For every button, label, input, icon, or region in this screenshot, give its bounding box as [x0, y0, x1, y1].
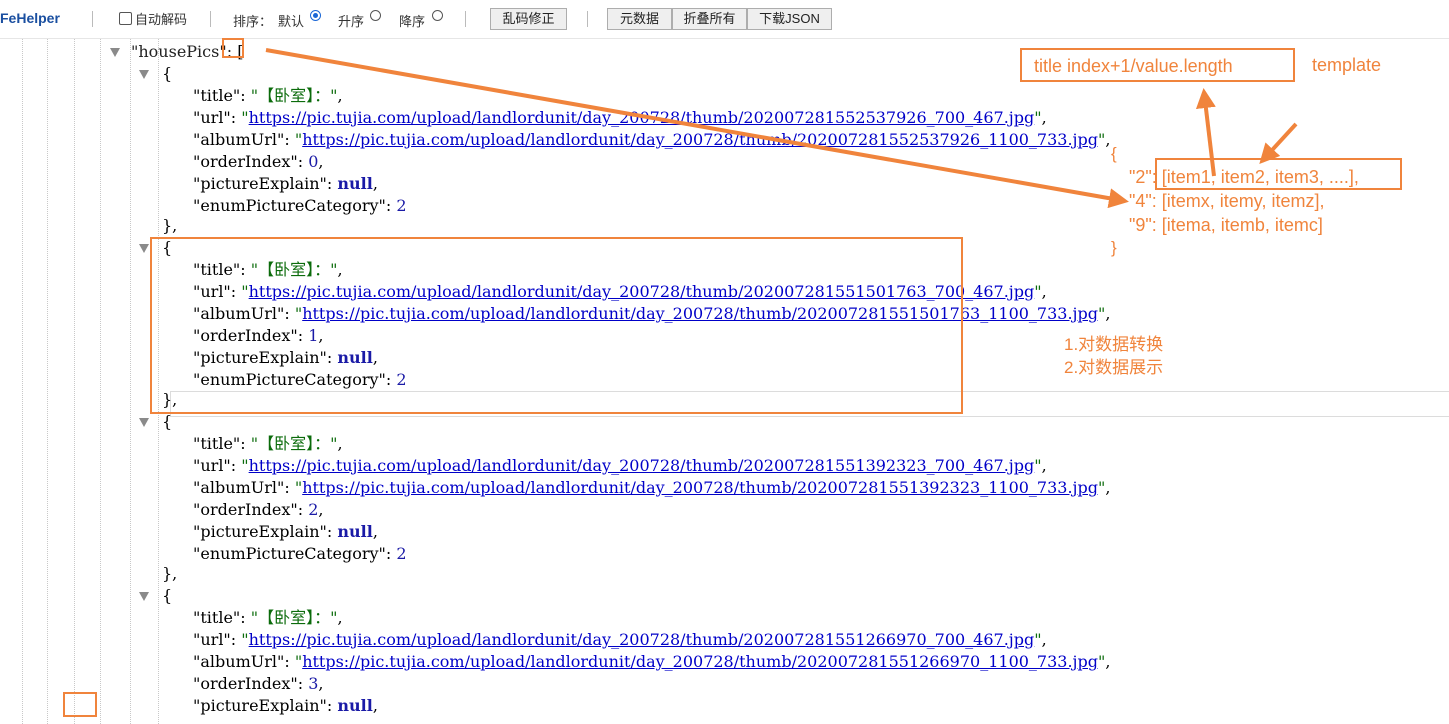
map-line-9: "9": [itema, itemb, itemc] [1129, 215, 1323, 235]
checkbox-icon[interactable] [119, 12, 132, 25]
collapse-toggle-icon[interactable] [110, 48, 120, 57]
bracket-highlight-box [222, 38, 244, 58]
json-url-link[interactable]: https://pic.tujia.com/upload/landlorduni… [249, 630, 1035, 649]
json-prop-url: "url": "https://pic.tujia.com/upload/lan… [193, 456, 1047, 475]
collapse-toggle-icon[interactable] [139, 70, 149, 79]
indent-guide [47, 39, 48, 724]
template-label: template [1312, 55, 1382, 75]
json-prop-title: "title": "【卧室】：", [193, 608, 343, 627]
sort-label: 排序： [233, 14, 273, 29]
json-url-link[interactable]: https://pic.tujia.com/upload/landlorduni… [302, 652, 1098, 671]
sort-asc-radio[interactable] [370, 10, 381, 21]
toolbar-divider [210, 11, 211, 27]
json-prop-orderindex: "orderIndex": 2, [193, 500, 324, 519]
item-highlight-box [150, 237, 963, 414]
collapse-toggle-icon[interactable] [139, 592, 149, 601]
fehelper-toolbar: FeHelper 自动解码 排序： 默认 升序 降序 乱码修正 元数据 折叠所有… [0, 0, 1449, 39]
template-box-text: title index+1/value.length [1034, 56, 1233, 76]
json-url-link[interactable]: https://pic.tujia.com/upload/landlorduni… [249, 108, 1035, 127]
json-object-open: { [162, 586, 173, 605]
json-prop-url: "url": "https://pic.tujia.com/upload/lan… [193, 630, 1047, 649]
json-url-link[interactable]: https://pic.tujia.com/upload/landlorduni… [249, 456, 1035, 475]
map-close-brace: } [1111, 238, 1117, 257]
sort-asc-label: 升序 [338, 14, 365, 29]
json-object-open: { [162, 412, 173, 431]
indent-guide [100, 39, 101, 724]
small-highlight-box [63, 692, 97, 717]
map-line-highlight-box [1155, 158, 1402, 190]
json-url-link[interactable]: https://pic.tujia.com/upload/landlorduni… [302, 478, 1098, 497]
json-object-close: }, [162, 564, 178, 583]
json-prop-title: "title": "【卧室】：", [193, 86, 343, 105]
fix-encoding-button[interactable]: 乱码修正 [490, 8, 567, 30]
indent-guide [74, 39, 75, 724]
json-prop-orderindex: "orderIndex": 3, [193, 674, 324, 693]
json-prop-pictureexplain: "pictureExplain": null, [193, 174, 378, 193]
map-open-brace: { [1111, 144, 1117, 163]
json-object-open: { [162, 64, 173, 83]
download-json-button[interactable]: 下载JSON [747, 8, 832, 30]
json-prop-enumcategory: "enumPictureCategory": 2 [193, 196, 407, 215]
map-line-4: "4": [itemx, itemy, itemz], [1129, 191, 1325, 211]
json-prop-pictureexplain: "pictureExplain": null, [193, 696, 378, 715]
sort-default-radio[interactable] [310, 10, 321, 21]
sort-desc-radio[interactable] [432, 10, 443, 21]
json-url-link[interactable]: https://pic.tujia.com/upload/landlorduni… [302, 130, 1098, 149]
collapse-toggle-icon[interactable] [139, 418, 149, 427]
json-prop-url: "url": "https://pic.tujia.com/upload/lan… [193, 108, 1047, 127]
step-2-text: 2.对数据展示 [1064, 358, 1164, 377]
json-prop-title: "title": "【卧室】：", [193, 434, 343, 453]
json-prop-albumurl: "albumUrl": "https://pic.tujia.com/uploa… [193, 652, 1111, 671]
json-prop-orderindex: "orderIndex": 0, [193, 152, 324, 171]
app-brand: FeHelper [0, 10, 60, 26]
auto-decode-checkbox[interactable]: 自动解码 [119, 9, 187, 28]
sort-default-label: 默认 [278, 14, 305, 29]
json-prop-pictureexplain: "pictureExplain": null, [193, 522, 378, 541]
indent-guide [22, 39, 23, 724]
indent-guide [130, 39, 131, 724]
json-prop-enumcategory: "enumPictureCategory": 2 [193, 544, 407, 563]
json-root-key: housePics [138, 42, 220, 61]
collapse-toggle-icon[interactable] [139, 244, 149, 253]
json-prop-albumurl: "albumUrl": "https://pic.tujia.com/uploa… [193, 130, 1111, 149]
toolbar-divider [587, 11, 588, 27]
json-object-close: }, [162, 216, 178, 235]
toolbar-divider [465, 11, 466, 27]
sort-desc-label: 降序 [399, 14, 426, 29]
toolbar-divider [92, 11, 93, 27]
meta-button[interactable]: 元数据 [607, 8, 672, 30]
json-prop-albumurl: "albumUrl": "https://pic.tujia.com/uploa… [193, 478, 1111, 497]
collapse-all-button[interactable]: 折叠所有 [672, 8, 747, 30]
auto-decode-label: 自动解码 [135, 12, 188, 27]
step-1-text: 1.对数据转换 [1064, 335, 1164, 354]
